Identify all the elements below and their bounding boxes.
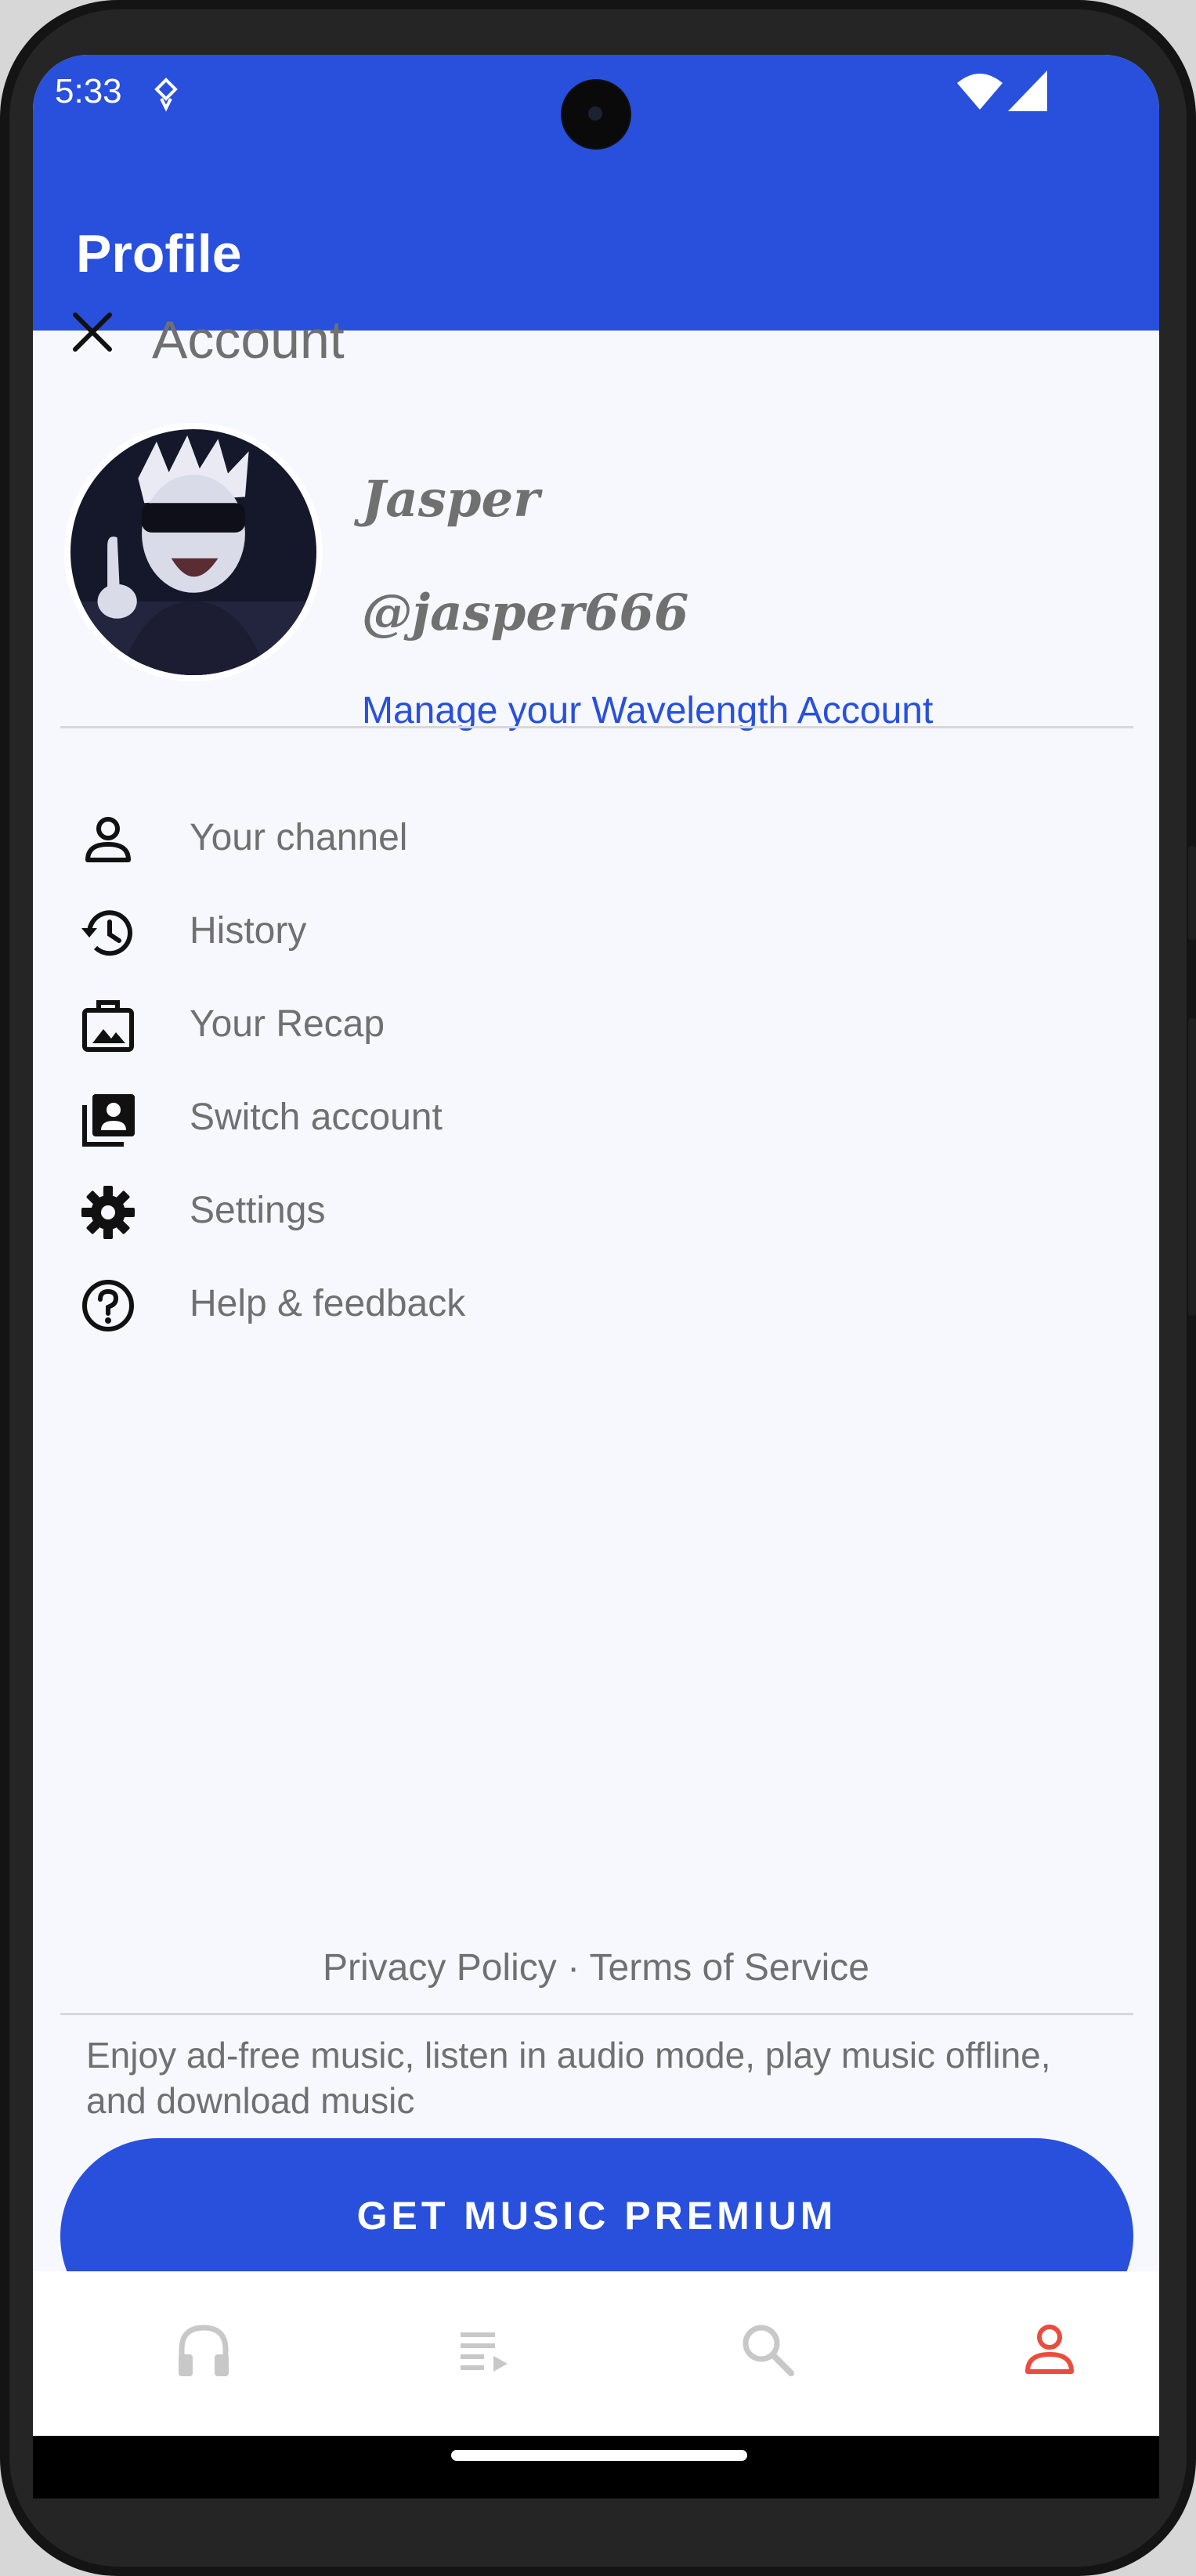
menu-item-label: Your Recap bbox=[190, 1003, 385, 1045]
privacy-policy-link[interactable]: Privacy Policy bbox=[323, 1947, 557, 1989]
switch-account-icon bbox=[82, 1094, 135, 1147]
menu-item-history[interactable]: History bbox=[64, 894, 1129, 972]
search-icon bbox=[743, 2325, 794, 2376]
menu-item-settings[interactable]: Settings bbox=[64, 1173, 1129, 1252]
divider bbox=[60, 2013, 1133, 2015]
avatar[interactable] bbox=[64, 423, 323, 681]
bottom-nav bbox=[33, 2271, 1159, 2436]
help-icon bbox=[82, 1280, 134, 1331]
person-icon bbox=[85, 817, 131, 862]
gear-icon bbox=[81, 1186, 135, 1239]
status-bar: 5:33 bbox=[33, 55, 1159, 153]
menu-item-switch-account[interactable]: Switch account bbox=[64, 1080, 1129, 1158]
app-bar: Profile bbox=[33, 153, 1159, 331]
profile-handle: @jasper666 bbox=[362, 583, 689, 642]
nav-tab-profile[interactable] bbox=[1018, 2318, 1081, 2381]
status-time: 5:33 bbox=[55, 72, 122, 110]
hearing-aid-icon bbox=[154, 78, 178, 112]
menu-item-label: Help & feedback bbox=[190, 1283, 466, 1324]
menu-item-label: Settings bbox=[190, 1190, 326, 1231]
page-title: Profile bbox=[76, 224, 242, 284]
profile-name: Jasper bbox=[362, 470, 540, 529]
nav-tab-listen[interactable] bbox=[172, 2318, 235, 2381]
menu-item-label: Your channel bbox=[190, 817, 408, 858]
volume-button bbox=[1188, 1018, 1196, 1316]
legal-links: Privacy Policy · Terms of Service bbox=[33, 1946, 1159, 1989]
headphones-icon bbox=[179, 2325, 229, 2376]
terms-of-service-link[interactable]: Terms of Service bbox=[590, 1947, 869, 1989]
gesture-nav-area bbox=[33, 2436, 1159, 2498]
profile-icon bbox=[1025, 2325, 1074, 2374]
premium-description: Enjoy ad-free music, listen in audio mod… bbox=[86, 2035, 1051, 2121]
history-icon bbox=[81, 910, 132, 956]
camera-cutout bbox=[562, 81, 630, 148]
nav-tab-search[interactable] bbox=[736, 2318, 799, 2381]
cell-signal-icon bbox=[1008, 70, 1047, 111]
menu-item-your-recap[interactable]: Your Recap bbox=[64, 987, 1129, 1065]
nav-tab-queue[interactable] bbox=[453, 2318, 515, 2381]
queue-icon bbox=[461, 2332, 508, 2372]
wifi-icon bbox=[957, 74, 1003, 110]
power-button bbox=[1188, 846, 1196, 940]
account-title: Account bbox=[152, 310, 345, 370]
recap-icon bbox=[82, 1000, 134, 1052]
home-gesture-bar[interactable] bbox=[451, 2450, 747, 2461]
legal-separator: · bbox=[556, 1947, 590, 1989]
avatar-image bbox=[70, 429, 316, 675]
divider bbox=[60, 726, 1133, 728]
device-frame: 5:33 Profile Account Jasper @jasper666 M… bbox=[0, 0, 1196, 2576]
menu-item-label: History bbox=[190, 910, 307, 952]
menu-item-your-channel[interactable]: Your channel bbox=[64, 800, 1129, 879]
close-icon[interactable] bbox=[66, 305, 119, 359]
menu-item-label: Switch account bbox=[190, 1097, 443, 1138]
menu-item-help-feedback[interactable]: Help & feedback bbox=[64, 1266, 1129, 1345]
screen: 5:33 Profile Account Jasper @jasper666 M… bbox=[33, 55, 1159, 2498]
premium-button-label: GET MUSIC PREMIUM bbox=[356, 2194, 837, 2238]
